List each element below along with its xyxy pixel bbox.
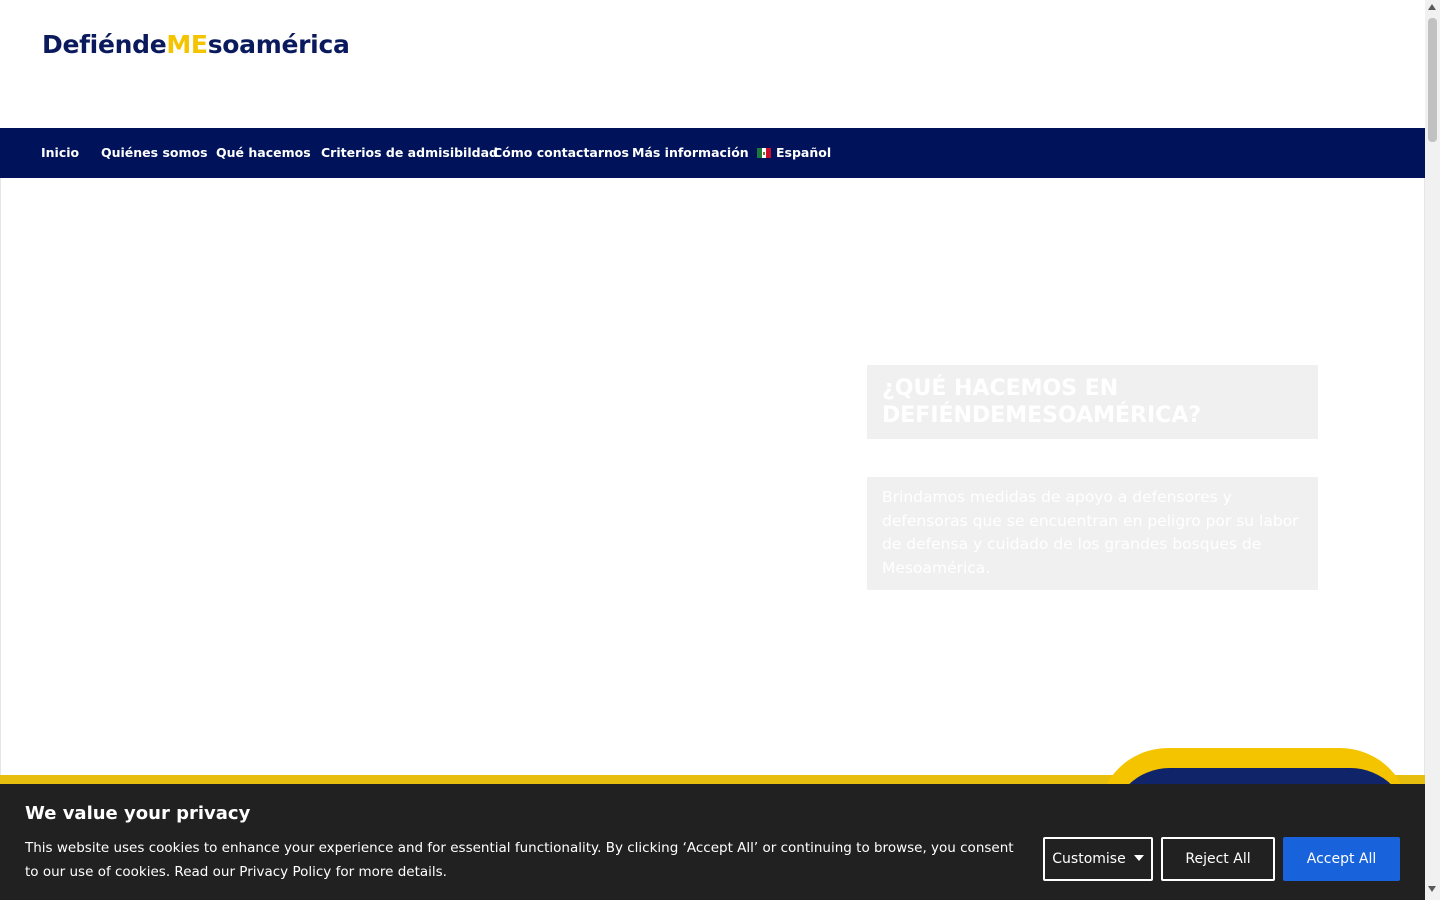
page: DefiéndeMEsoamérica Inicio Quiénes somos… <box>0 0 1425 900</box>
cookie-banner-text: This website uses cookies to enhance you… <box>25 840 1014 880</box>
mexico-flag-icon <box>757 148 771 158</box>
caret-down-icon <box>1133 855 1144 861</box>
site-header: DefiéndeMEsoamérica <box>0 0 1425 128</box>
cookie-consent-banner: We value your privacy This website uses … <box>0 784 1425 900</box>
language-label: Español <box>776 145 832 160</box>
nav-item-mas-informacion[interactable]: Más información <box>632 128 749 178</box>
scrollbar-thumb[interactable] <box>1428 18 1437 142</box>
customise-button[interactable]: Customise <box>1043 837 1153 881</box>
content-left-border <box>0 178 1 778</box>
hero-text: Brindamos medidas de apoyo a defensores … <box>867 477 1318 590</box>
nav-item-quienes-somos[interactable]: Quiénes somos <box>101 128 208 178</box>
vertical-scrollbar[interactable] <box>1425 0 1440 900</box>
hero-title: ¿QUÉ HACEMOS EN DEFIÉNDEMESOAMÉRICA? <box>867 365 1318 439</box>
customise-label: Customise <box>1052 851 1126 867</box>
nav-item-language[interactable]: Español <box>757 128 831 178</box>
accept-all-button[interactable]: Accept All <box>1283 837 1400 881</box>
logo-text-highlight: ME <box>166 30 208 59</box>
nav-item-criterios[interactable]: Criterios de admisibildad <box>321 128 498 178</box>
site-logo[interactable]: DefiéndeMEsoamérica <box>42 30 350 59</box>
cookie-banner-title: We value your privacy <box>25 803 251 824</box>
logo-text-part1: Defiénde <box>42 30 167 59</box>
reject-all-button[interactable]: Reject All <box>1161 837 1275 881</box>
scroll-up-arrow-icon[interactable] <box>1428 4 1436 10</box>
nav-item-que-hacemos[interactable]: Qué hacemos <box>216 128 311 178</box>
logo-text-part3: soamérica <box>207 30 350 59</box>
main-navigation: Inicio Quiénes somos Qué hacemos Criteri… <box>0 128 1425 178</box>
nav-item-como-contactarnos[interactable]: Cómo contactarnos <box>493 128 629 178</box>
scroll-down-arrow-icon[interactable] <box>1428 886 1436 892</box>
nav-item-inicio[interactable]: Inicio <box>41 128 79 178</box>
